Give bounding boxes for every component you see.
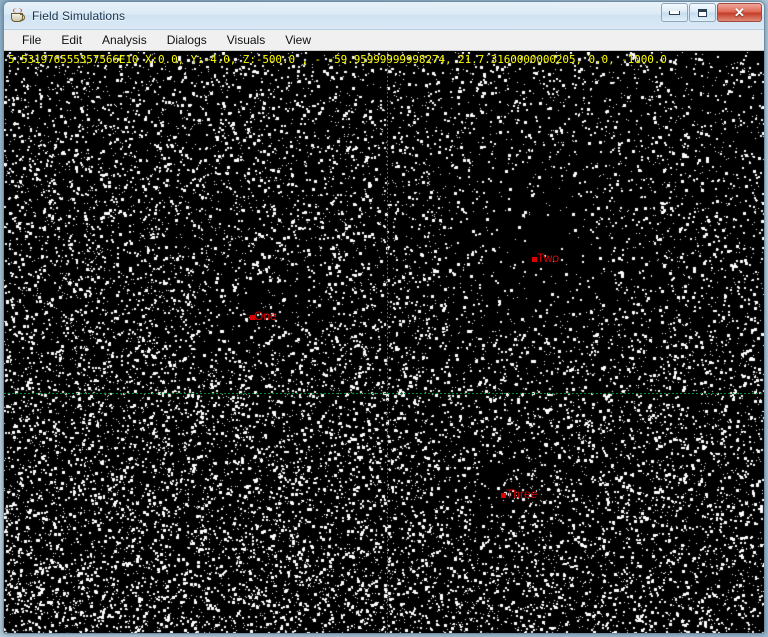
window-controls: ✕ bbox=[660, 3, 762, 22]
menu-item-file[interactable]: File bbox=[13, 31, 50, 49]
java-coffee-cup-icon bbox=[10, 7, 26, 24]
menu-item-dialogs[interactable]: Dialogs bbox=[158, 31, 216, 49]
minimize-button[interactable] bbox=[661, 3, 688, 22]
minimize-icon bbox=[669, 10, 680, 15]
body-label: Three bbox=[506, 487, 538, 501]
menu-item-view[interactable]: View bbox=[276, 31, 320, 49]
menu-item-edit[interactable]: Edit bbox=[52, 31, 91, 49]
maximize-icon bbox=[698, 8, 707, 17]
simulation-status-text: 5.531976555357566E10 X:0.0, Y:-4.0, Z:-5… bbox=[8, 53, 667, 66]
window-title: Field Simulations bbox=[32, 8, 126, 23]
close-icon: ✕ bbox=[734, 5, 745, 20]
body-label: Two bbox=[537, 251, 560, 265]
application-window: Field Simulations ✕ File Edit Analysis D… bbox=[3, 1, 765, 634]
menu-bar: File Edit Analysis Dialogs Visuals View bbox=[4, 30, 764, 51]
maximize-button[interactable] bbox=[689, 3, 716, 22]
close-button[interactable]: ✕ bbox=[717, 3, 762, 22]
title-bar: Field Simulations ✕ bbox=[4, 2, 764, 30]
particle-starfield bbox=[4, 52, 764, 633]
menu-item-analysis[interactable]: Analysis bbox=[93, 31, 156, 49]
desktop-background: Field Simulations ✕ File Edit Analysis D… bbox=[0, 0, 768, 637]
body-label: One bbox=[254, 309, 277, 323]
menu-item-visuals[interactable]: Visuals bbox=[218, 31, 274, 49]
simulation-canvas[interactable]: One Two Three 5.531976555357566E10 X:0.0, … bbox=[4, 51, 764, 633]
